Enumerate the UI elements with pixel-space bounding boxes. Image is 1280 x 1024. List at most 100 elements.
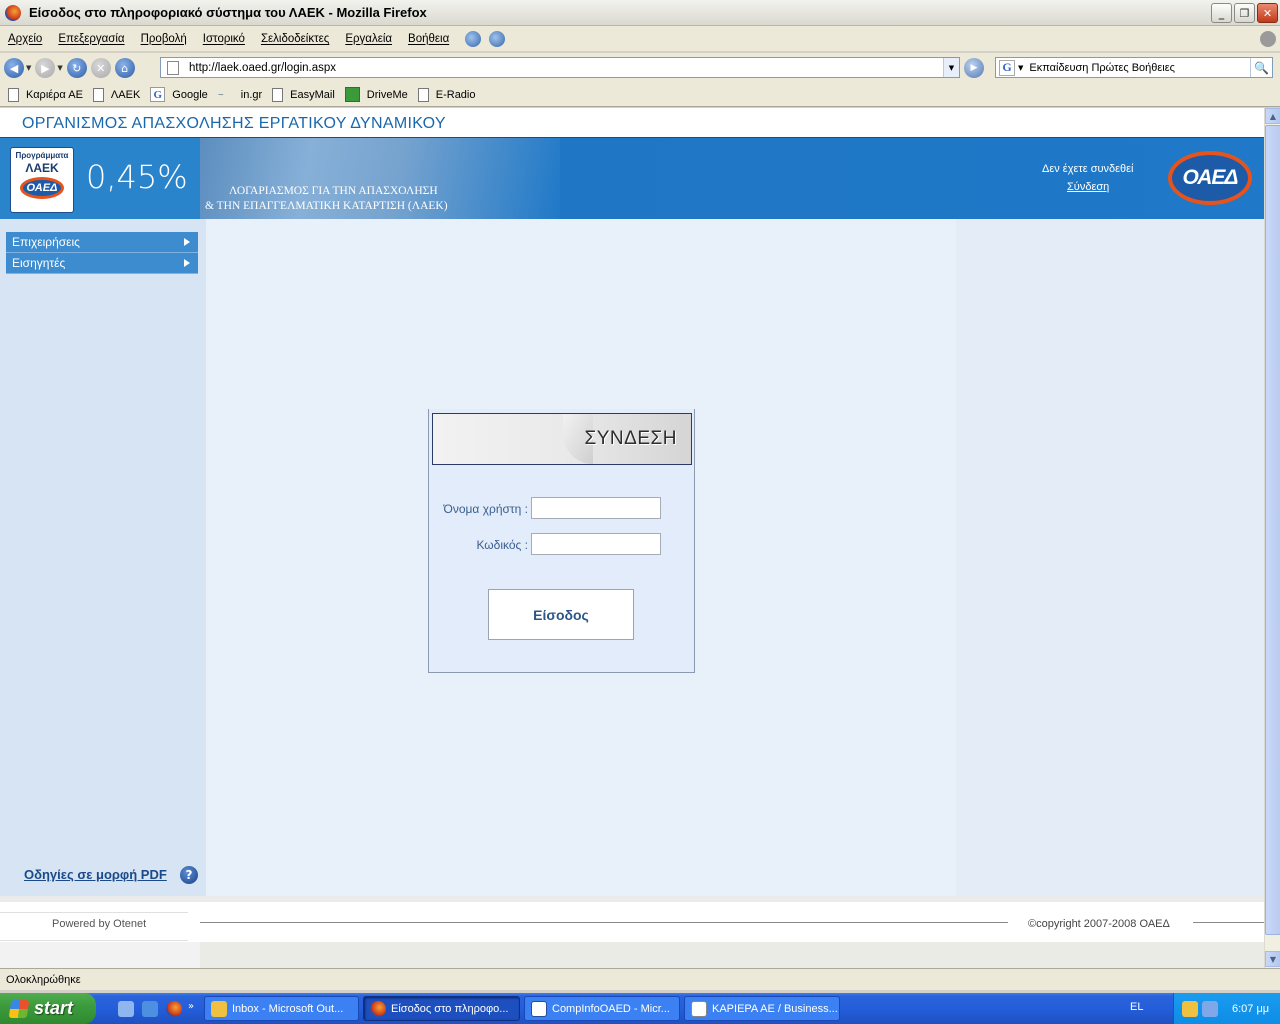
url-bar[interactable]: http://laek.oaed.gr/login.aspx ▼ xyxy=(160,57,960,78)
login-link[interactable]: Σύνδεση xyxy=(1067,181,1109,193)
status-text: Ολοκληρώθηκε xyxy=(6,973,81,986)
window-controls: _ ❐ ✕ xyxy=(1211,3,1278,23)
account-subtitle: ΛΟΓΑΡΙΑΣΜΟΣ ΓΙΑ ΤΗΝ ΑΠΑΣΧΟΛΗΣΗ & ΤΗΝ ΕΠΑ… xyxy=(205,185,448,212)
arrow-right-icon xyxy=(184,259,190,267)
footer-divider xyxy=(200,922,1008,923)
sidebar-menu: Επιχειρήσεις Εισηγητές xyxy=(6,232,198,274)
pdf-guide-link[interactable]: Οδηγίες σε μορφή PDF xyxy=(24,867,167,882)
system-tray: 6:07 μμ xyxy=(1173,993,1280,1024)
login-form: ΣΥΝΔΕΣΗ Όνομα χρήστη : Κωδικός : Είσοδος xyxy=(428,409,695,673)
clock: 6:07 μμ xyxy=(1232,1002,1270,1015)
menu-file[interactable]: Αρχείο xyxy=(8,33,42,45)
right-area xyxy=(956,219,1264,896)
vertical-scrollbar[interactable]: ▲ ▼ xyxy=(1264,108,1280,968)
password-input[interactable] xyxy=(531,533,661,555)
back-dropdown-icon[interactable]: ▼ xyxy=(26,64,31,72)
menu-tools[interactable]: Εργαλεία xyxy=(345,33,392,45)
bookmark-in-gr[interactable]: ~ in.gr xyxy=(218,89,262,101)
page-icon xyxy=(92,87,104,102)
menu-bookmarks[interactable]: Σελιδοδείκτες xyxy=(261,33,329,45)
scroll-up-button[interactable]: ▲ xyxy=(1265,108,1280,124)
footer: Powered by Otenet ©copyright 2007-2008 Ο… xyxy=(0,902,1264,942)
menu-help[interactable]: Βοήθεια xyxy=(408,33,449,45)
menu-history[interactable]: Ιστορικό xyxy=(203,33,245,45)
bookmark-laek[interactable]: ΛΑΕΚ xyxy=(92,87,140,102)
close-button[interactable]: ✕ xyxy=(1257,3,1278,23)
search-input[interactable]: Εκπαίδευση Πρώτες Βοήθειες xyxy=(1029,62,1175,74)
login-header: ΣΥΝΔΕΣΗ xyxy=(432,413,692,465)
internet-explorer-icon[interactable] xyxy=(142,1001,158,1017)
url-dropdown-icon[interactable]: ▼ xyxy=(943,58,959,77)
task-firefox[interactable]: Είσοδος στο πληροφο... xyxy=(363,996,520,1021)
search-bar[interactable]: G ▼ Εκπαίδευση Πρώτες Βοήθειες 🔍 xyxy=(995,57,1273,78)
home-button[interactable]: ⌂ xyxy=(114,58,135,78)
bookmarks-toolbar: Καριέρα ΑΕ ΛΑΕΚ G Google ~ in.gr EasyMail … xyxy=(0,83,1280,107)
tray-network-icon[interactable] xyxy=(1202,1000,1218,1017)
username-input[interactable] xyxy=(531,497,661,519)
window-title: Είσοδος στο πληροφοριακό σύστημα του ΛΑΕ… xyxy=(29,5,427,20)
google-search-engine-icon[interactable]: G xyxy=(999,59,1015,76)
taskbar: start » Inbox - Microsoft Out... Είσοδος… xyxy=(0,993,1280,1024)
throbber-icon xyxy=(1260,31,1276,47)
quicklaunch-expand-icon[interactable]: » xyxy=(188,1001,196,1017)
footer-divider xyxy=(0,940,188,941)
status-bar: Ολοκληρώθηκε xyxy=(0,968,1280,990)
window-titlebar: Είσοδος στο πληροφοριακό σύστημα του ΛΑΕ… xyxy=(0,0,1280,26)
word-icon xyxy=(531,1000,547,1017)
language-indicator[interactable]: EL xyxy=(1130,1001,1143,1013)
organization-title: ΟΡΓΑΝΙΣΜΟΣ ΑΠΑΣΧΟΛΗΣΗΣ ΕΡΓΑΤΙΚΟΥ ΔΥΝΑΜΙΚ… xyxy=(22,115,446,132)
password-label: Κωδικός : xyxy=(476,538,528,552)
firefox-quicklaunch-icon[interactable] xyxy=(166,1001,182,1017)
forward-button[interactable]: ▶ xyxy=(35,58,56,78)
toolbar-extension-icon[interactable] xyxy=(465,30,482,47)
scrollbar-thumb[interactable] xyxy=(1265,125,1280,935)
task-outlook[interactable]: Inbox - Microsoft Out... xyxy=(204,996,359,1021)
username-label: Όνομα χρήστη : xyxy=(443,502,528,516)
footer-bottom xyxy=(0,942,1264,968)
in-gr-icon: ~ xyxy=(217,89,224,101)
page-content: ΟΡΓΑΝΙΣΜΟΣ ΑΠΑΣΧΟΛΗΣΗΣ ΕΡΓΑΤΙΚΟΥ ΔΥΝΑΜΙΚ… xyxy=(0,108,1264,968)
sidebar-item-trainers[interactable]: Εισηγητές xyxy=(6,253,198,274)
site-banner: Προγράμματα ΛΑΕΚ ΟΑΕΔ 0,45% ΛΟΓΑΡΙΑΣΜΟΣ … xyxy=(0,137,1264,220)
search-engine-dropdown-icon[interactable]: ▼ xyxy=(1018,64,1023,72)
google-icon: G xyxy=(150,87,166,102)
menu-edit[interactable]: Επεξεργασία xyxy=(58,33,124,45)
laek-logo[interactable]: Προγράμματα ΛΑΕΚ ΟΑΕΔ xyxy=(10,147,74,213)
sidebar-item-businesses[interactable]: Επιχειρήσεις xyxy=(6,232,198,253)
toolbar-globe-icon[interactable] xyxy=(489,30,506,47)
start-button[interactable]: start xyxy=(0,993,96,1024)
minimize-button[interactable]: _ xyxy=(1211,3,1232,23)
bookmark-e-radio[interactable]: E-Radio xyxy=(417,87,476,102)
page-icon xyxy=(8,87,19,102)
stop-button[interactable]: ✕ xyxy=(90,58,111,78)
back-button[interactable]: ◀ xyxy=(4,58,24,78)
driveme-icon xyxy=(344,87,360,102)
reload-button[interactable]: ↻ xyxy=(66,58,87,78)
forward-dropdown-icon[interactable]: ▼ xyxy=(57,64,62,72)
bookmark-easymail[interactable]: EasyMail xyxy=(272,87,335,102)
url-text[interactable]: http://laek.oaed.gr/login.aspx xyxy=(189,62,336,74)
task-word[interactable]: CompInfoOAED - Micr... xyxy=(524,996,680,1021)
menu-view[interactable]: Προβολή xyxy=(141,33,187,45)
percent-label: 0,45% xyxy=(86,158,188,196)
scroll-down-button[interactable]: ▼ xyxy=(1265,951,1280,967)
navigation-toolbar: ◀ ▼ ▶ ▼ ↻ ✕ ⌂ http://laek.oaed.gr/login.… xyxy=(0,53,1280,83)
menu-bar: Αρχείο Επεξεργασία Προβολή Ιστορικό Σελι… xyxy=(0,26,1280,52)
go-button[interactable]: ▶ xyxy=(964,58,984,78)
search-magnifier-icon[interactable]: 🔍 xyxy=(1250,58,1272,77)
help-icon[interactable]: ? xyxy=(180,866,198,884)
bookmark-google[interactable]: G Google xyxy=(150,87,208,102)
login-status-text: Δεν έχετε συνδεθεί xyxy=(1042,163,1134,175)
tray-app-icon[interactable] xyxy=(1182,1000,1198,1017)
page-icon xyxy=(167,60,179,75)
bookmark-kariera[interactable]: Καριέρα ΑΕ xyxy=(8,87,83,102)
footer-bottom-left xyxy=(0,942,200,968)
footer-divider xyxy=(0,912,188,913)
login-submit-button[interactable]: Είσοδος xyxy=(488,589,634,640)
bookmark-driveme[interactable]: DriveMe xyxy=(344,87,408,102)
oaed-logo[interactable]: ΟΑΕΔ xyxy=(1168,151,1252,205)
task-internet-explorer[interactable]: ΚΑΡΙΕΡΑ ΑΕ / Business... xyxy=(684,996,840,1021)
restore-button[interactable]: ❐ xyxy=(1234,3,1255,23)
copyright-text: ©copyright 2007-2008 ΟΑΕΔ xyxy=(1028,918,1170,930)
show-desktop-icon[interactable] xyxy=(118,1001,134,1017)
